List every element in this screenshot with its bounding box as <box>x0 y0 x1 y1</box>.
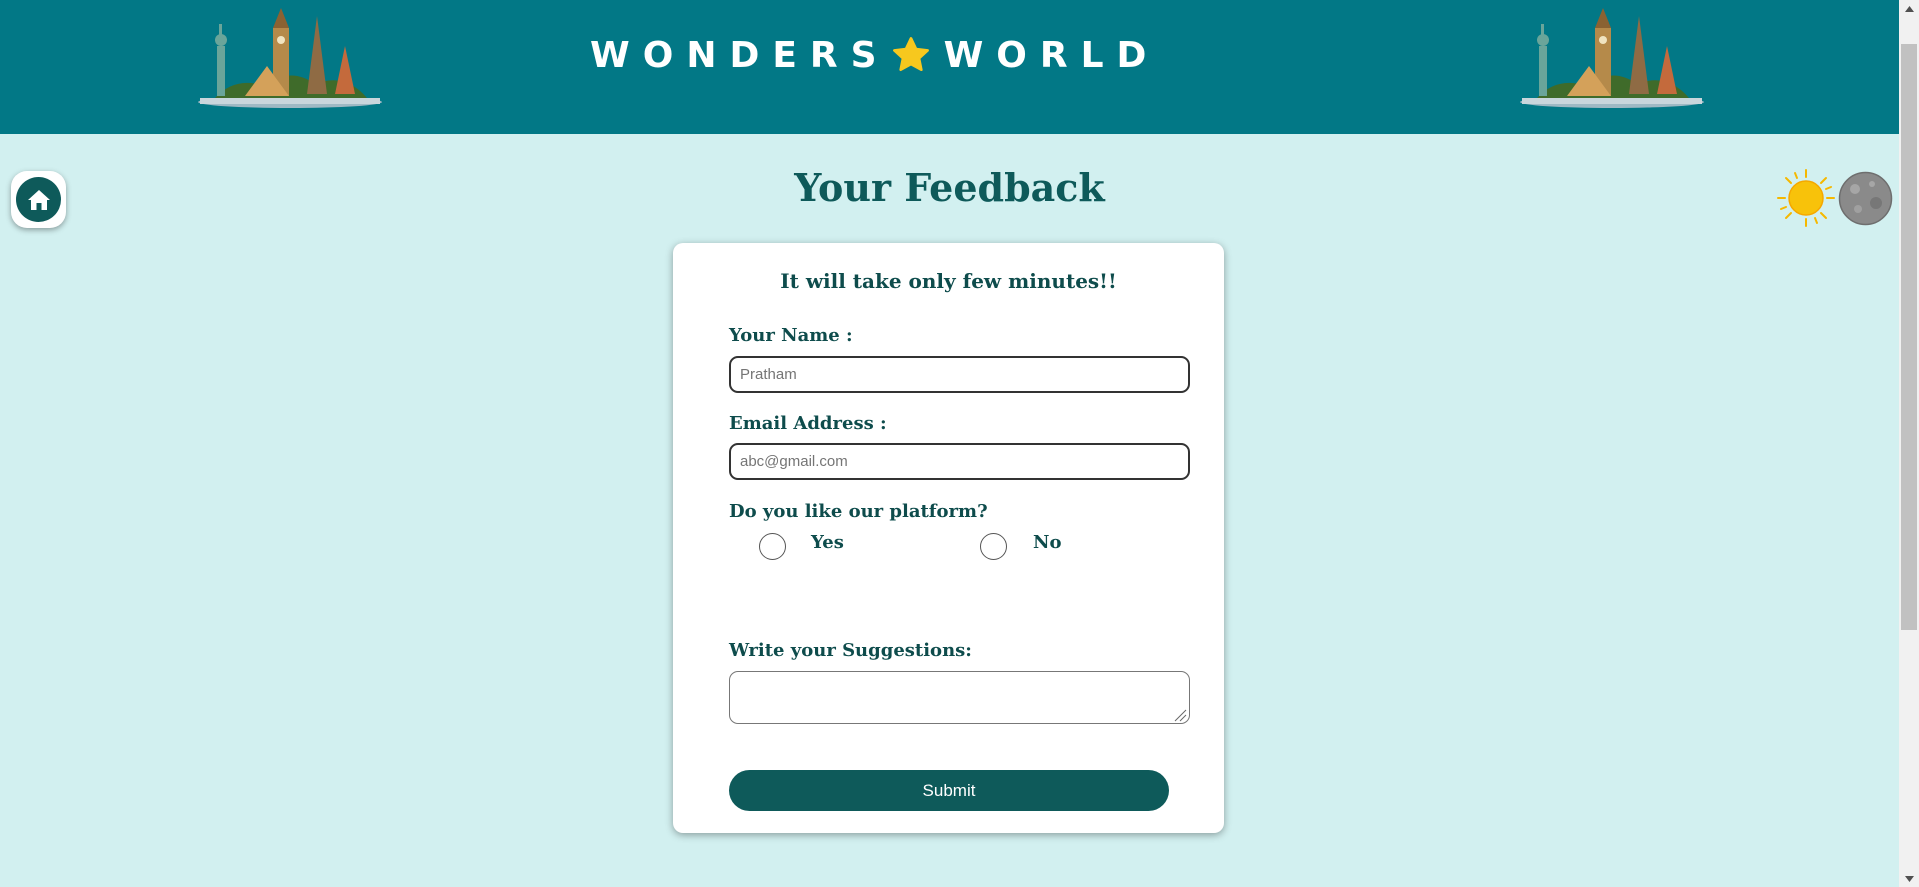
radio-no[interactable] <box>980 533 1007 560</box>
scroll-up-arrow-icon[interactable] <box>1899 0 1919 17</box>
submit-button[interactable]: Submit <box>729 770 1169 811</box>
world-landmarks-image <box>1520 8 1704 108</box>
scrollbar-thumb[interactable] <box>1901 44 1917 630</box>
suggestions-textarea[interactable] <box>729 671 1190 724</box>
brand-word-left: WONDERS <box>590 34 890 76</box>
moon-icon[interactable] <box>1838 171 1893 226</box>
email-label: Email Address : <box>729 413 887 434</box>
feedback-form-card: It will take only few minutes!! Your Nam… <box>673 243 1224 833</box>
email-input[interactable] <box>729 443 1190 480</box>
radio-yes-label: Yes <box>811 532 844 553</box>
radio-no-label: No <box>1033 532 1062 553</box>
resize-handle-icon[interactable] <box>1173 708 1187 722</box>
name-label: Your Name : <box>729 325 853 346</box>
world-landmarks-image <box>198 8 382 108</box>
form-subtitle: It will take only few minutes!! <box>780 269 1117 293</box>
star-icon <box>892 37 929 72</box>
scroll-down-arrow-icon[interactable] <box>1899 870 1919 887</box>
name-input[interactable] <box>729 356 1190 393</box>
site-brand: WONDERS WORLD <box>590 32 1159 78</box>
brand-word-right: WORLD <box>943 34 1160 76</box>
site-header: WONDERS WORLD <box>0 0 1899 134</box>
sun-icon[interactable] <box>1776 168 1836 228</box>
page-title: Your Feedback <box>794 165 1105 210</box>
radio-yes[interactable] <box>759 533 786 560</box>
platform-question-label: Do you like our platform? <box>729 501 988 522</box>
page-scrollbar[interactable] <box>1899 0 1919 887</box>
suggestions-label: Write your Suggestions: <box>729 640 972 661</box>
